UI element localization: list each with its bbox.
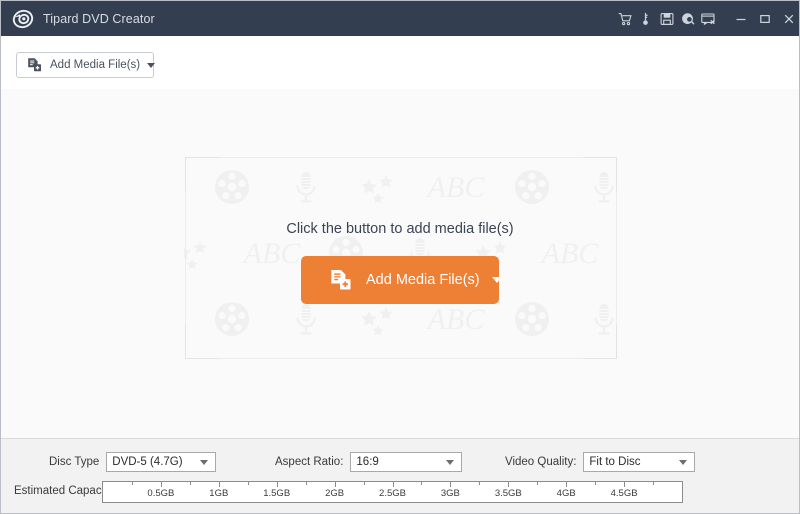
video-quality-value: Fit to Disc	[589, 456, 641, 468]
maximize-button[interactable]	[753, 1, 777, 36]
add-media-files-label: Add Media File(s)	[366, 272, 480, 288]
add-file-icon	[26, 57, 42, 73]
chevron-down-icon[interactable]	[200, 459, 209, 465]
save-icon[interactable]	[656, 1, 677, 36]
capacity-tick-major	[334, 482, 336, 487]
settings-row: Disc Type DVD-5 (4.7G) Aspect Ratio: 16:…	[1, 452, 799, 474]
title-bar: Tipard DVD Creator	[1, 1, 799, 36]
media-drop-area[interactable]: ABC	[1, 89, 799, 438]
disc-type-label: Disc Type	[49, 456, 100, 468]
minimize-button[interactable]	[729, 1, 753, 36]
app-logo-icon	[10, 6, 36, 32]
disc-type-value: DVD-5 (4.7G)	[112, 456, 183, 468]
feedback-icon[interactable]	[698, 1, 719, 36]
app-window: Tipard DVD Creator Add Media File(s) Cli…	[0, 0, 800, 514]
capacity-tick-label: 3.5GB	[494, 488, 522, 499]
dropzone-corner-tl	[185, 157, 219, 191]
chevron-down-icon[interactable]	[679, 459, 688, 465]
capacity-row: Estimated Capacity: 0.5GB 1GB 1.5GB 2GB 2.5G…	[1, 481, 799, 503]
disc-type-select[interactable]: DVD-5 (4.7G)	[106, 452, 217, 472]
aspect-ratio-value: 16:9	[356, 456, 379, 468]
capacity-tick-major	[218, 482, 220, 487]
dropzone-edge-left	[185, 191, 186, 325]
capacity-tick-label: 2GB	[325, 488, 345, 499]
capacity-tick-major	[276, 482, 278, 487]
titlebar-spacer	[719, 1, 729, 36]
capacity-tick-minor	[479, 482, 481, 485]
cart-icon[interactable]	[614, 1, 635, 36]
dropzone-edge-bottom	[219, 358, 583, 359]
dropzone-corner-bl	[185, 325, 219, 359]
chevron-down-icon[interactable]	[491, 277, 502, 283]
capacity-tick-label: 4GB	[556, 488, 576, 499]
capacity-tick-major	[160, 482, 162, 487]
chevron-down-icon[interactable]	[446, 459, 455, 465]
bottom-settings-panel: Disc Type DVD-5 (4.7G) Aspect Ratio: 16:…	[1, 438, 799, 513]
close-button[interactable]	[777, 1, 799, 36]
capacity-tick-major	[566, 482, 568, 487]
capacity-tick-major	[508, 482, 510, 487]
capacity-tick-label: 4.5GB	[610, 488, 638, 499]
capacity-tick-label: 1.5GB	[263, 488, 291, 499]
dropzone-corner-tr	[583, 157, 617, 191]
app-title: Tipard DVD Creator	[43, 11, 155, 26]
capacity-tick-minor	[537, 482, 539, 485]
aspect-ratio-label: Aspect Ratio:	[275, 456, 344, 468]
toolbar: Add Media File(s)	[1, 37, 799, 89]
capacity-tick-label: 2.5GB	[379, 488, 406, 499]
add-media-files-button-toolbar[interactable]: Add Media File(s)	[16, 52, 156, 78]
capacity-tick-minor	[421, 482, 423, 485]
capacity-tick-minor	[595, 482, 597, 485]
estimated-capacity-bar: 0.5GB 1GB 1.5GB 2GB 2.5GB 3GB 3.5GB 4GB 4.5GB	[102, 481, 683, 503]
key-icon[interactable]	[635, 1, 656, 36]
capacity-tick-label: 0.5GB	[147, 488, 175, 499]
dropzone-corner-br	[583, 325, 617, 359]
add-media-files-button-primary[interactable]: Add Media File(s)	[301, 256, 502, 304]
capacity-tick-minor	[305, 482, 307, 485]
capacity-tick-major	[624, 482, 626, 487]
capacity-tick-minor	[247, 482, 249, 485]
capacity-tick-major	[450, 482, 452, 487]
dropzone-edge-top	[219, 157, 583, 158]
video-quality-label: Video Quality:	[505, 456, 577, 468]
aspect-ratio-field: Aspect Ratio: 16:9	[275, 452, 463, 472]
capacity-tick-minor	[363, 482, 365, 485]
video-quality-field: Video Quality: Fit to Disc	[505, 452, 696, 472]
search-globe-icon[interactable]	[677, 1, 698, 36]
capacity-tick-minor	[131, 482, 133, 485]
capacity-tick-minor	[189, 482, 191, 485]
aspect-ratio-select[interactable]: 16:9	[350, 452, 463, 472]
capacity-tick-label: 3GB	[440, 488, 460, 499]
add-file-icon	[328, 268, 352, 292]
dropzone-edge-right	[616, 191, 617, 325]
video-quality-select[interactable]: Fit to Disc	[583, 452, 696, 472]
capacity-tick-minor	[653, 482, 655, 485]
titlebar-actions	[614, 1, 799, 36]
capacity-tick-major	[392, 482, 394, 487]
add-media-files-label: Add Media File(s)	[50, 59, 141, 71]
estimated-capacity-label: Estimated Capacity:	[14, 485, 117, 497]
capacity-tick-label: 1GB	[209, 488, 229, 499]
disc-type-field: Disc Type DVD-5 (4.7G)	[49, 452, 217, 472]
dropzone-hint-text: Click the button to add media file(s)	[286, 221, 514, 237]
chevron-down-icon[interactable]	[147, 62, 156, 68]
